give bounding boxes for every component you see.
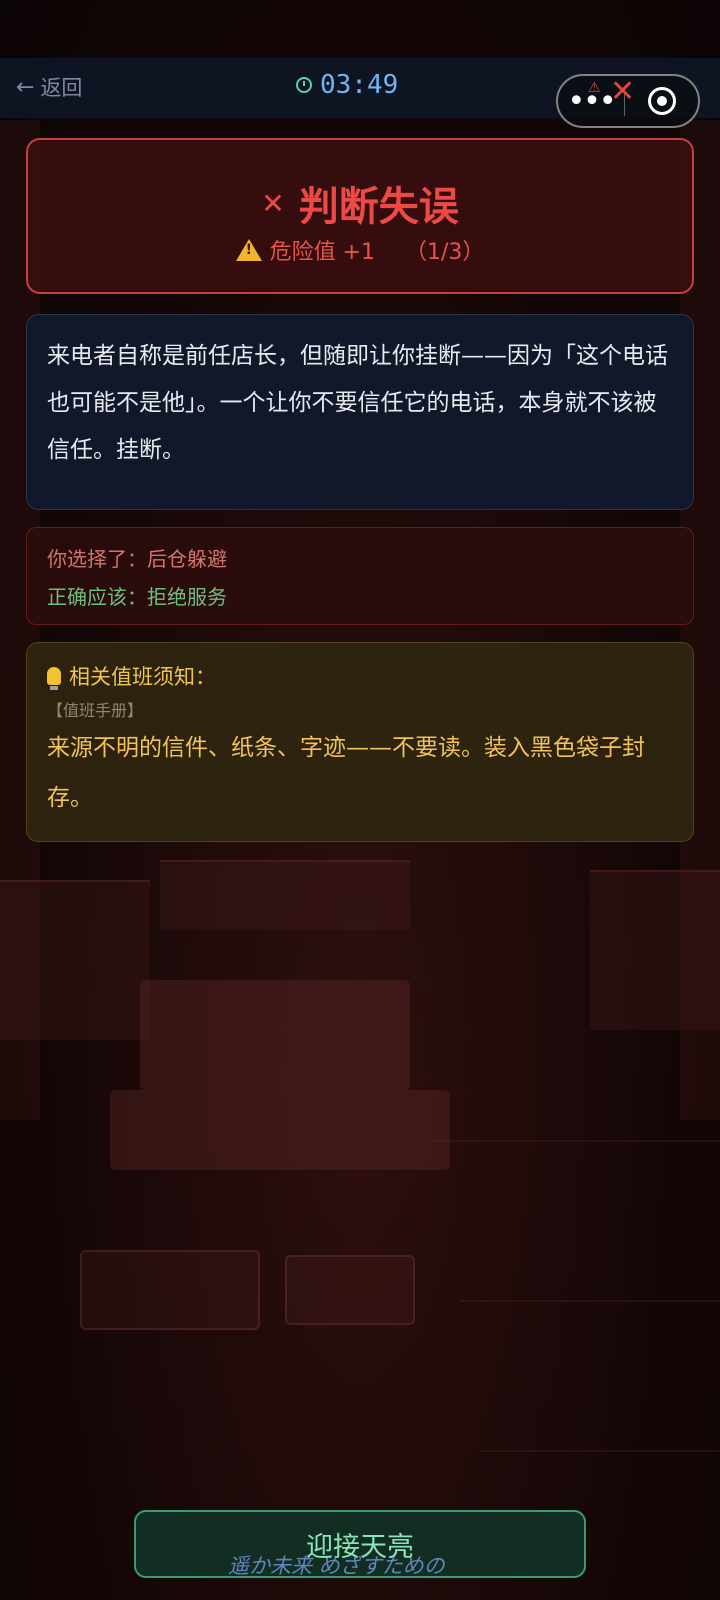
danger-count: （1/3） xyxy=(405,240,485,265)
warning-icon xyxy=(235,239,262,261)
timer-value: 03:49 xyxy=(320,70,399,100)
background-floor-line xyxy=(480,1450,720,1452)
clock-icon xyxy=(296,77,312,93)
background-shelf xyxy=(590,870,720,1030)
overlay-close-x-icon: ✕ xyxy=(610,74,636,109)
tip-header: 相关值班须知： xyxy=(47,661,673,691)
error-x-icon: ✕ xyxy=(261,186,285,220)
chosen-answer: 你选择了：后仓躲避 xyxy=(47,547,227,571)
explanation-text: 来电者自称是前任店长，但随即让你挂断——因为「这个电话也可能不是他」。一个让你不… xyxy=(47,343,668,463)
duty-tip-card: 相关值班须知： 【值班手册】 来源不明的信件、纸条、字迹——不要读。装入黑色袋子… xyxy=(26,642,694,842)
background-shelf xyxy=(0,880,150,1040)
back-button[interactable]: ← 返回 xyxy=(16,72,82,102)
background-register xyxy=(140,980,410,1090)
danger-label: 危险值 +1 xyxy=(269,240,375,265)
mini-program-capsule: ••• ⚠ ✕ xyxy=(556,74,700,128)
background-counter xyxy=(110,1090,450,1170)
result-title: ✕ 判断失误 xyxy=(28,174,692,232)
watermark-text: 遥か未来 めざすための xyxy=(228,1554,445,1578)
result-banner: ✕ 判断失误 危险值 +1 （1/3） xyxy=(26,138,694,294)
background-floor-line xyxy=(460,1300,720,1302)
background-tray xyxy=(80,1250,260,1330)
background-tray xyxy=(285,1255,415,1325)
tip-source: 【值班手册】 xyxy=(47,701,144,720)
correct-answer: 正确应该：拒绝服务 xyxy=(47,585,227,609)
close-target-icon xyxy=(647,87,676,115)
result-title-text: 判断失误 xyxy=(298,184,459,230)
countdown-timer: 03:49 xyxy=(296,70,398,100)
tip-title: 相关值班须知： xyxy=(69,665,216,689)
danger-indicator: 危险值 +1 （1/3） xyxy=(28,234,692,266)
choice-summary-card: 你选择了：后仓躲避 正确应该：拒绝服务 xyxy=(26,527,694,625)
background-shelf xyxy=(160,860,410,930)
explanation-card: 来电者自称是前任店长，但随即让你挂断——因为「这个电话也可能不是他」。一个让你不… xyxy=(26,314,694,510)
lightbulb-icon xyxy=(47,667,61,690)
background-floor-line xyxy=(430,1140,720,1142)
back-label: 返回 xyxy=(40,76,83,100)
tip-body: 来源不明的信件、纸条、字迹——不要读。装入黑色袋子封存。 xyxy=(47,735,645,811)
back-arrow-icon: ← xyxy=(16,74,35,100)
close-mini-program-button[interactable] xyxy=(625,87,698,115)
screen: ← 返回 03:49 ••• ⚠ ✕ ✕ 判断失误 危险值 +1 （1/3） 来… xyxy=(0,0,720,1600)
overlay-warning-icon: ⚠ xyxy=(588,80,601,96)
